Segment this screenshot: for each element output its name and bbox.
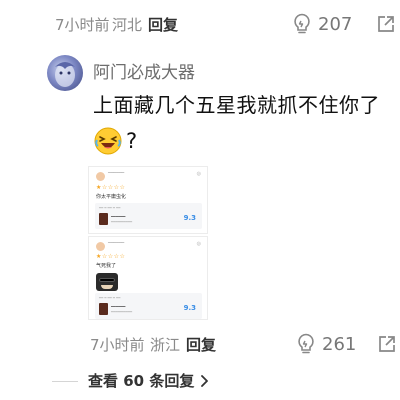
- more-icon: ◎: [196, 171, 201, 177]
- review-body: 你太平庸虫化: [96, 194, 127, 200]
- lightbulb-icon: [294, 13, 310, 34]
- chevron-right-icon: [201, 374, 209, 387]
- location-reply-group: 浙江 回复: [150, 334, 216, 355]
- comment-location: 浙江: [150, 335, 181, 354]
- like-button[interactable]: 261: [296, 333, 356, 355]
- comment-time: 7小时前: [90, 335, 145, 354]
- card-tags: ━━ ━ ━━ ━ ━━: [99, 206, 121, 210]
- laughing-emoji-icon: [94, 127, 122, 155]
- review-username: ──────: [108, 171, 125, 176]
- movie-score: 9.3: [183, 304, 196, 312]
- attached-screenshot-1[interactable]: ────── ◎ ★☆☆☆☆ 你太平庸虫化 ━━ ━ ━━ ━ ━━ ━━━━━…: [88, 166, 208, 234]
- movie-poster: [99, 303, 108, 315]
- attached-screenshot-2[interactable]: ────── ◎ ★☆☆☆☆ 气死我了 ━━ ━ ━━ ━ ━━ ━━━━━━ …: [88, 236, 208, 320]
- card-tags: ━━ ━ ━━ ━ ━━: [99, 296, 121, 300]
- movie-score: 9.3: [183, 214, 196, 222]
- share-icon[interactable]: [378, 335, 396, 353]
- emoji-row: ?: [93, 126, 137, 156]
- review-stars: ★☆☆☆☆: [96, 253, 126, 260]
- more-icon: ◎: [196, 241, 201, 247]
- comment-footer: 7小时前 浙江 回复 261: [0, 330, 400, 358]
- replies-divider: [52, 381, 78, 382]
- reply-button[interactable]: 回复: [186, 334, 216, 355]
- user-avatar[interactable]: [47, 55, 83, 91]
- like-count: 207: [318, 13, 353, 35]
- view-replies-button[interactable]: 查看 60 条回复: [88, 370, 209, 391]
- avatar-image: [55, 62, 75, 87]
- share-icon[interactable]: [377, 15, 395, 33]
- like-count: 261: [322, 333, 357, 355]
- comment-text: 上面藏几个五星我就抓不住你了: [93, 93, 380, 117]
- review-body: 气死我了: [96, 263, 117, 269]
- view-replies-label: 查看 60 条回复: [88, 372, 195, 390]
- location-reply-group: 河北 回复: [112, 14, 178, 35]
- movie-title: ━━━━━━: [111, 214, 126, 219]
- review-avatar: [96, 172, 105, 181]
- sunglasses-sticker: [96, 273, 118, 291]
- previous-comment-footer: 7小时前 河北 回复 207: [0, 10, 400, 38]
- reply-button[interactable]: 回复: [148, 14, 178, 35]
- review-stars: ★☆☆☆☆: [96, 184, 126, 191]
- movie-poster: [99, 213, 108, 225]
- movie-card: ━━ ━ ━━ ━ ━━ ━━━━━━ ━━━━━━━━━━ 9.3: [95, 203, 202, 229]
- comment-location: 河北: [112, 15, 143, 34]
- lightbulb-icon: [298, 333, 314, 354]
- comment-time: 7小时前: [55, 15, 110, 34]
- movie-subtitle: ━━━━━━━━━━: [111, 310, 133, 314]
- review-avatar: [96, 242, 105, 251]
- emoji-suffix: ?: [126, 129, 138, 153]
- movie-card: ━━ ━ ━━ ━ ━━ ━━━━━━ ━━━━━━━━━━ 9.3: [95, 293, 202, 319]
- review-username: ──────: [108, 241, 125, 246]
- like-button[interactable]: 207: [292, 13, 352, 35]
- comment-username[interactable]: 阿门必成大器: [93, 58, 195, 83]
- movie-subtitle: ━━━━━━━━━━: [111, 220, 133, 224]
- movie-title: ━━━━━━: [111, 304, 126, 309]
